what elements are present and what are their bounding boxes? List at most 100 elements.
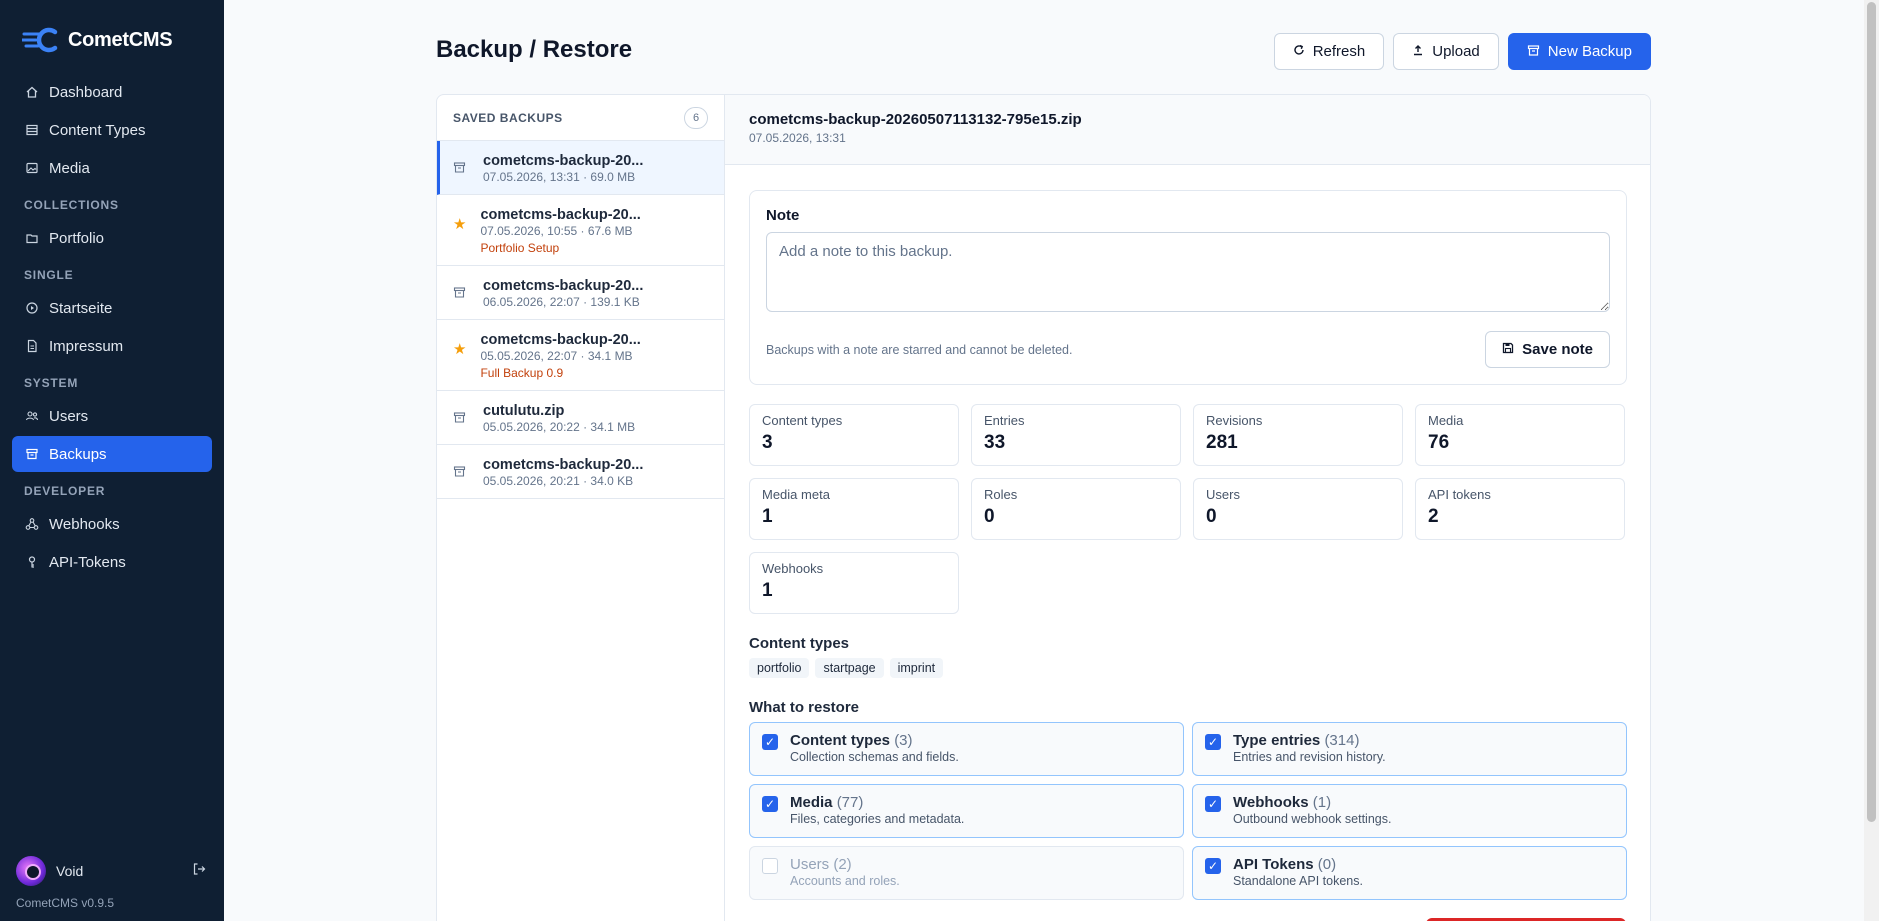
stat-label: Users: [1206, 487, 1240, 502]
nav-backups[interactable]: Backups: [12, 436, 212, 472]
nav-section-system: SYSTEM: [24, 376, 79, 390]
checkbox-checked[interactable]: ✓: [762, 796, 778, 812]
app-logo[interactable]: CometCMS: [22, 26, 173, 54]
stat-value: 2: [1428, 506, 1439, 527]
nav-section-developer: DEVELOPER: [24, 484, 106, 498]
option-desc: Outbound webhook settings.: [1233, 812, 1392, 826]
note-textarea[interactable]: [766, 232, 1610, 312]
backup-name: cometcms-backup-20...: [483, 153, 644, 169]
checkbox-checked[interactable]: ✓: [1205, 796, 1221, 812]
save-note-button[interactable]: Save note: [1485, 331, 1610, 368]
nav-label: API-Tokens: [49, 553, 126, 571]
restore-option-type-entries[interactable]: ✓ Type entries (314) Entries and revision…: [1192, 722, 1627, 776]
backup-name: cometcms-backup-20...: [480, 207, 641, 223]
backup-list-item[interactable]: ★ cometcms-backup-20... 05.05.2026, 22:0…: [437, 320, 724, 391]
nav-dashboard[interactable]: Dashboard: [12, 74, 212, 110]
sidebar: CometCMS Dashboard Content Types Media C…: [0, 0, 224, 921]
stat-card: Users 0: [1193, 478, 1403, 540]
option-title: API Tokens: [1233, 856, 1314, 873]
circle-play-icon: [25, 301, 39, 315]
restore-option-api-tokens[interactable]: ✓ API Tokens (0) Standalone API tokens.: [1192, 846, 1627, 900]
stat-card: Media meta 1: [749, 478, 959, 540]
nav-media[interactable]: Media: [12, 150, 212, 186]
page-scrollbar[interactable]: [1864, 0, 1879, 921]
nav-portfolio[interactable]: Portfolio: [12, 220, 212, 256]
backup-list-item[interactable]: cometcms-backup-20... 06.05.2026, 22:07 …: [437, 266, 724, 320]
backup-list-item[interactable]: cometcms-backup-20... 07.05.2026, 13:31 …: [437, 141, 724, 195]
content-type-tag: imprint: [889, 658, 944, 678]
backup-list-item[interactable]: cometcms-backup-20... 05.05.2026, 20:21 …: [437, 445, 724, 499]
backup-meta: 05.05.2026, 20:22 · 34.1 MB: [483, 420, 636, 434]
stat-value: 3: [762, 432, 773, 453]
content-type-tags: portfolio startpage imprint: [749, 658, 944, 678]
stat-card: Roles 0: [971, 478, 1181, 540]
refresh-button[interactable]: Refresh: [1273, 33, 1385, 70]
content-types-title: Content types: [749, 635, 850, 652]
note-card: Note Backups with a note are starred and…: [749, 190, 1627, 385]
nav-label: Webhooks: [49, 515, 120, 533]
checkbox-disabled: [762, 858, 778, 874]
image-icon: [25, 161, 39, 175]
backup-meta: 05.05.2026, 20:21 · 34.0 KB: [483, 474, 634, 488]
archive-plus-icon: [1527, 44, 1540, 60]
star-icon: ★: [453, 216, 467, 233]
refresh-icon: [1293, 44, 1305, 59]
nav-label: Startseite: [49, 299, 113, 317]
restore-option-webhooks[interactable]: ✓ Webhooks (1) Outbound webhook settings.: [1192, 784, 1627, 838]
nav-content-types[interactable]: Content Types: [12, 112, 212, 148]
nav-label: Dashboard: [49, 83, 123, 101]
option-title: Content types: [790, 732, 891, 749]
backups-count-badge: 6: [684, 106, 708, 129]
option-count: (0): [1317, 856, 1337, 873]
checkbox-checked[interactable]: ✓: [1205, 858, 1221, 874]
nav-impressum[interactable]: Impressum: [12, 328, 212, 364]
saved-backups-list: SAVED BACKUPS 6 cometcms-backup-20... 07…: [437, 95, 725, 921]
nav-webhooks[interactable]: Webhooks: [12, 506, 212, 542]
file-icon: [25, 339, 39, 353]
scrollbar-thumb[interactable]: [1867, 2, 1876, 822]
star-icon: ★: [453, 341, 467, 358]
archive-icon: [453, 457, 469, 488]
backup-meta: 07.05.2026, 13:31 · 69.0 MB: [483, 170, 636, 184]
nav-label: Portfolio: [49, 229, 105, 247]
note-hint: Backups with a note are starred and cann…: [766, 342, 1073, 357]
backup-list-item[interactable]: ★ cometcms-backup-20... 07.05.2026, 10:5…: [437, 195, 724, 266]
nav-api-tokens[interactable]: API-Tokens: [12, 544, 212, 580]
restore-option-content-types[interactable]: ✓ Content types (3) Collection schemas an…: [749, 722, 1184, 776]
backup-list-item[interactable]: cutulutu.zip 05.05.2026, 20:22 · 34.1 MB: [437, 391, 724, 445]
backup-name: cometcms-backup-20...: [483, 278, 644, 294]
archive-icon: [453, 153, 469, 184]
stat-card: Webhooks 1: [749, 552, 959, 614]
avatar: [16, 856, 46, 886]
nav-startseite[interactable]: Startseite: [12, 290, 212, 326]
upload-button[interactable]: Upload: [1393, 33, 1499, 70]
nav-users[interactable]: Users: [12, 398, 212, 434]
refresh-label: Refresh: [1312, 43, 1366, 60]
stat-card: Media 76: [1415, 404, 1625, 466]
upload-label: Upload: [1432, 43, 1480, 60]
backup-stats: Content types 3 Entries 33 Revisions 281 Me…: [749, 404, 1627, 614]
nav-label: Impressum: [49, 337, 124, 355]
backup-name: cometcms-backup-20...: [480, 332, 641, 348]
stat-label: API tokens: [1428, 487, 1491, 502]
nav-label: Content Types: [49, 121, 146, 139]
archive-icon: [453, 403, 469, 434]
users-icon: [25, 409, 39, 423]
new-backup-label: New Backup: [1547, 43, 1632, 60]
restore-option-media[interactable]: ✓ Media (77) Files, categories and metada…: [749, 784, 1184, 838]
logout-icon[interactable]: [192, 862, 206, 881]
checkbox-checked[interactable]: ✓: [762, 734, 778, 750]
new-backup-button[interactable]: New Backup: [1507, 33, 1651, 70]
option-count: (314): [1324, 732, 1360, 749]
option-desc: Entries and revision history.: [1233, 750, 1386, 764]
backup-meta: 05.05.2026, 22:07 · 34.1 MB: [480, 349, 633, 363]
home-icon: [25, 85, 39, 99]
option-count: (77): [836, 794, 864, 811]
checkbox-checked[interactable]: ✓: [1205, 734, 1221, 750]
option-count: (1): [1312, 794, 1332, 811]
app-version: CometCMS v0.9.5: [16, 896, 115, 910]
stat-card: API tokens 2: [1415, 478, 1625, 540]
stat-value: 0: [1206, 506, 1217, 527]
user-row[interactable]: Void: [16, 856, 206, 886]
nav-section-single: SINGLE: [24, 268, 74, 282]
